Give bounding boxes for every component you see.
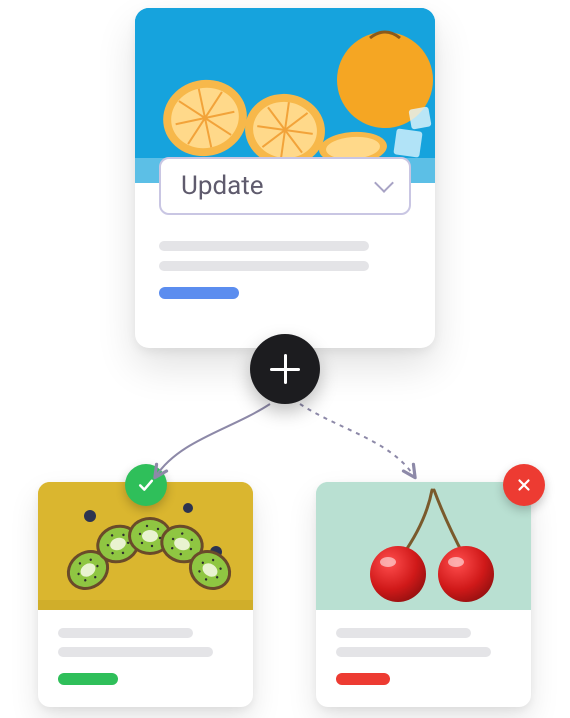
plus-icon bbox=[250, 334, 320, 404]
accent-pill bbox=[58, 673, 118, 685]
rejected-card bbox=[316, 482, 531, 707]
placeholder-line bbox=[336, 628, 471, 638]
branch-arrows bbox=[120, 390, 450, 500]
placeholder-line bbox=[58, 647, 213, 657]
placeholder-line bbox=[159, 261, 369, 271]
rejected-card-image bbox=[316, 482, 531, 610]
arrow-to-rejected bbox=[300, 404, 414, 476]
chevron-down-icon bbox=[374, 173, 394, 193]
accent-pill bbox=[159, 287, 239, 299]
x-icon bbox=[515, 476, 533, 494]
approved-card bbox=[38, 482, 253, 707]
rejected-badge bbox=[503, 464, 545, 506]
placeholder-line bbox=[159, 241, 369, 251]
placeholder-line bbox=[336, 647, 491, 657]
source-card: Update bbox=[135, 8, 435, 348]
accent-pill bbox=[336, 673, 390, 685]
placeholder-line bbox=[58, 628, 193, 638]
update-select-label: Update bbox=[181, 171, 264, 201]
arrow-to-approved bbox=[156, 404, 270, 476]
update-select[interactable]: Update bbox=[159, 157, 411, 215]
